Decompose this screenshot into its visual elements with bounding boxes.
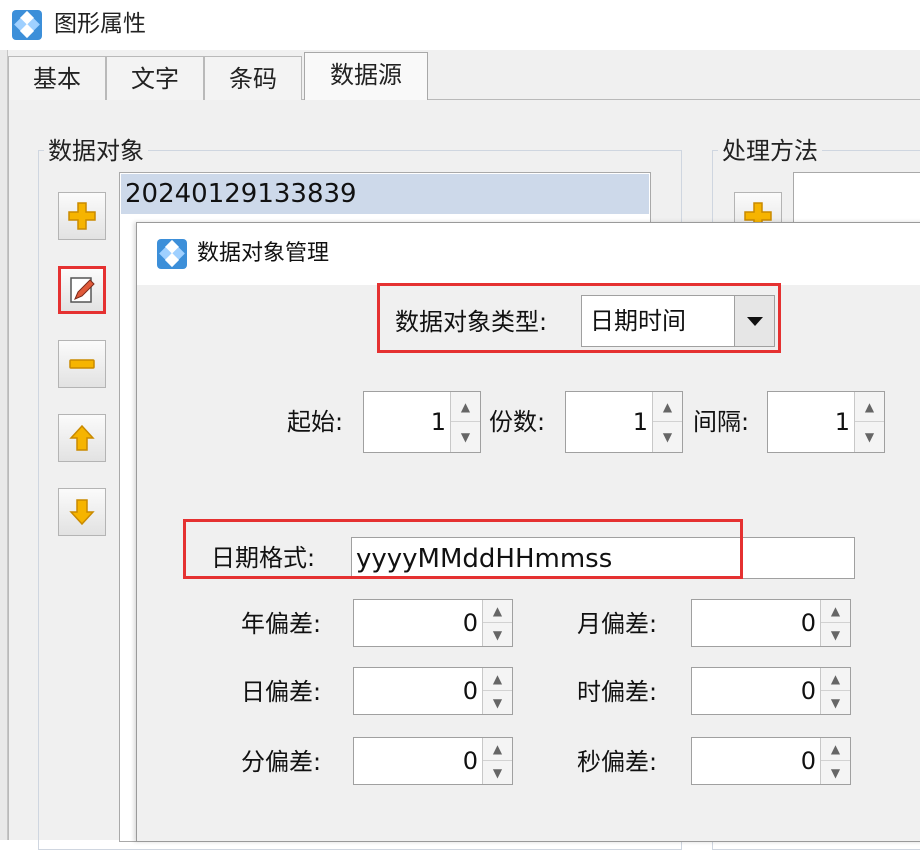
remove-icon bbox=[69, 359, 95, 369]
tab-datasource[interactable]: 数据源 bbox=[304, 52, 428, 101]
year-offset-value: 0 bbox=[462, 609, 478, 637]
type-label: 数据对象类型: bbox=[395, 308, 548, 336]
remove-data-object-button[interactable] bbox=[58, 340, 106, 388]
tab-barcode[interactable]: 条码 bbox=[204, 56, 302, 100]
dropdown-button[interactable] bbox=[734, 296, 774, 346]
spin-down-icon[interactable]: ▼ bbox=[483, 761, 512, 784]
spin-down-icon[interactable]: ▼ bbox=[483, 623, 512, 646]
month-offset-label: 月偏差: bbox=[577, 610, 658, 638]
processing-group-label: 处理方法 bbox=[718, 136, 822, 166]
spin-up-icon[interactable]: ▲ bbox=[821, 738, 850, 761]
spin-up-icon[interactable]: ▲ bbox=[483, 600, 512, 623]
window-title: 图形属性 bbox=[54, 11, 146, 37]
spin-up-icon[interactable]: ▲ bbox=[653, 392, 682, 422]
list-item[interactable]: 20240129133839 bbox=[121, 174, 649, 214]
spin-up-icon[interactable]: ▲ bbox=[821, 668, 850, 691]
second-offset-label: 秒偏差: bbox=[577, 748, 658, 776]
dialog-title: 数据对象管理 bbox=[197, 241, 330, 266]
copies-value: 1 bbox=[632, 408, 648, 436]
spinner-arrows: ▲ ▼ bbox=[820, 600, 850, 646]
spin-down-icon[interactable]: ▼ bbox=[821, 691, 850, 714]
day-offset-value: 0 bbox=[462, 677, 478, 705]
copies-label: 份数: bbox=[489, 408, 546, 436]
interval-label: 间隔: bbox=[693, 408, 750, 436]
month-offset-spinner[interactable]: 0 ▲ ▼ bbox=[691, 599, 851, 647]
spinner-arrows: ▲ ▼ bbox=[652, 392, 682, 452]
minute-offset-value: 0 bbox=[462, 747, 478, 775]
start-spinner[interactable]: 1 ▲ ▼ bbox=[363, 391, 481, 453]
app-logo-icon bbox=[157, 239, 187, 269]
move-up-button[interactable] bbox=[58, 414, 106, 462]
type-select-value: 日期时间 bbox=[590, 307, 686, 335]
hour-offset-label: 时偏差: bbox=[577, 678, 658, 706]
window-edge bbox=[0, 50, 8, 840]
spin-up-icon[interactable]: ▲ bbox=[483, 668, 512, 691]
spinner-arrows: ▲ ▼ bbox=[482, 738, 512, 784]
spin-up-icon[interactable]: ▲ bbox=[451, 392, 480, 422]
start-value: 1 bbox=[430, 408, 446, 436]
dialog-titlebar: 数据对象管理 bbox=[137, 223, 920, 285]
year-offset-spinner[interactable]: 0 ▲ ▼ bbox=[353, 599, 513, 647]
spinner-arrows: ▲ ▼ bbox=[820, 668, 850, 714]
spin-up-icon[interactable]: ▲ bbox=[483, 738, 512, 761]
spin-down-icon[interactable]: ▼ bbox=[483, 691, 512, 714]
tab-text[interactable]: 文字 bbox=[106, 56, 204, 100]
date-format-label: 日期格式: bbox=[211, 544, 316, 572]
edit-data-object-button[interactable] bbox=[58, 266, 106, 314]
spinner-arrows: ▲ ▼ bbox=[820, 738, 850, 784]
spin-down-icon[interactable]: ▼ bbox=[821, 623, 850, 646]
day-offset-spinner[interactable]: 0 ▲ ▼ bbox=[353, 667, 513, 715]
data-object-manager-dialog: 数据对象管理 数据对象类型: 日期时间 起始: 1 ▲ ▼ 份数: 1 ▲ ▼ … bbox=[136, 222, 920, 842]
spinner-arrows: ▲ ▼ bbox=[854, 392, 884, 452]
spin-down-icon[interactable]: ▼ bbox=[451, 422, 480, 452]
spin-up-icon[interactable]: ▲ bbox=[821, 600, 850, 623]
type-select[interactable]: 日期时间 bbox=[581, 295, 775, 347]
chevron-down-icon bbox=[746, 317, 763, 326]
spin-down-icon[interactable]: ▼ bbox=[653, 422, 682, 452]
add-data-object-button[interactable] bbox=[58, 192, 106, 240]
window-titlebar: 图形属性 bbox=[0, 0, 920, 50]
minute-offset-label: 分偏差: bbox=[241, 748, 322, 776]
spin-down-icon[interactable]: ▼ bbox=[855, 422, 884, 452]
second-offset-spinner[interactable]: 0 ▲ ▼ bbox=[691, 737, 851, 785]
app-logo-icon bbox=[12, 10, 42, 40]
spinner-arrows: ▲ ▼ bbox=[450, 392, 480, 452]
start-label: 起始: bbox=[287, 408, 344, 436]
copies-spinner[interactable]: 1 ▲ ▼ bbox=[565, 391, 683, 453]
edit-icon bbox=[70, 277, 95, 303]
tab-basic[interactable]: 基本 bbox=[8, 56, 106, 100]
spinner-arrows: ▲ ▼ bbox=[482, 600, 512, 646]
spinner-arrows: ▲ ▼ bbox=[482, 668, 512, 714]
interval-spinner[interactable]: 1 ▲ ▼ bbox=[767, 391, 885, 453]
hour-offset-spinner[interactable]: 0 ▲ ▼ bbox=[691, 667, 851, 715]
move-up-icon bbox=[69, 424, 95, 451]
second-offset-value: 0 bbox=[800, 747, 816, 775]
year-offset-label: 年偏差: bbox=[241, 610, 322, 638]
interval-value: 1 bbox=[834, 408, 850, 436]
hour-offset-value: 0 bbox=[800, 677, 816, 705]
tab-strip: 基本 文字 条码 数据源 bbox=[0, 50, 920, 101]
data-object-group-label: 数据对象 bbox=[44, 136, 148, 166]
add-icon bbox=[68, 202, 96, 230]
move-down-button[interactable] bbox=[58, 488, 106, 536]
month-offset-value: 0 bbox=[800, 609, 816, 637]
minute-offset-spinner[interactable]: 0 ▲ ▼ bbox=[353, 737, 513, 785]
spin-up-icon[interactable]: ▲ bbox=[855, 392, 884, 422]
spin-down-icon[interactable]: ▼ bbox=[821, 761, 850, 784]
day-offset-label: 日偏差: bbox=[241, 678, 322, 706]
move-down-icon bbox=[69, 499, 95, 526]
